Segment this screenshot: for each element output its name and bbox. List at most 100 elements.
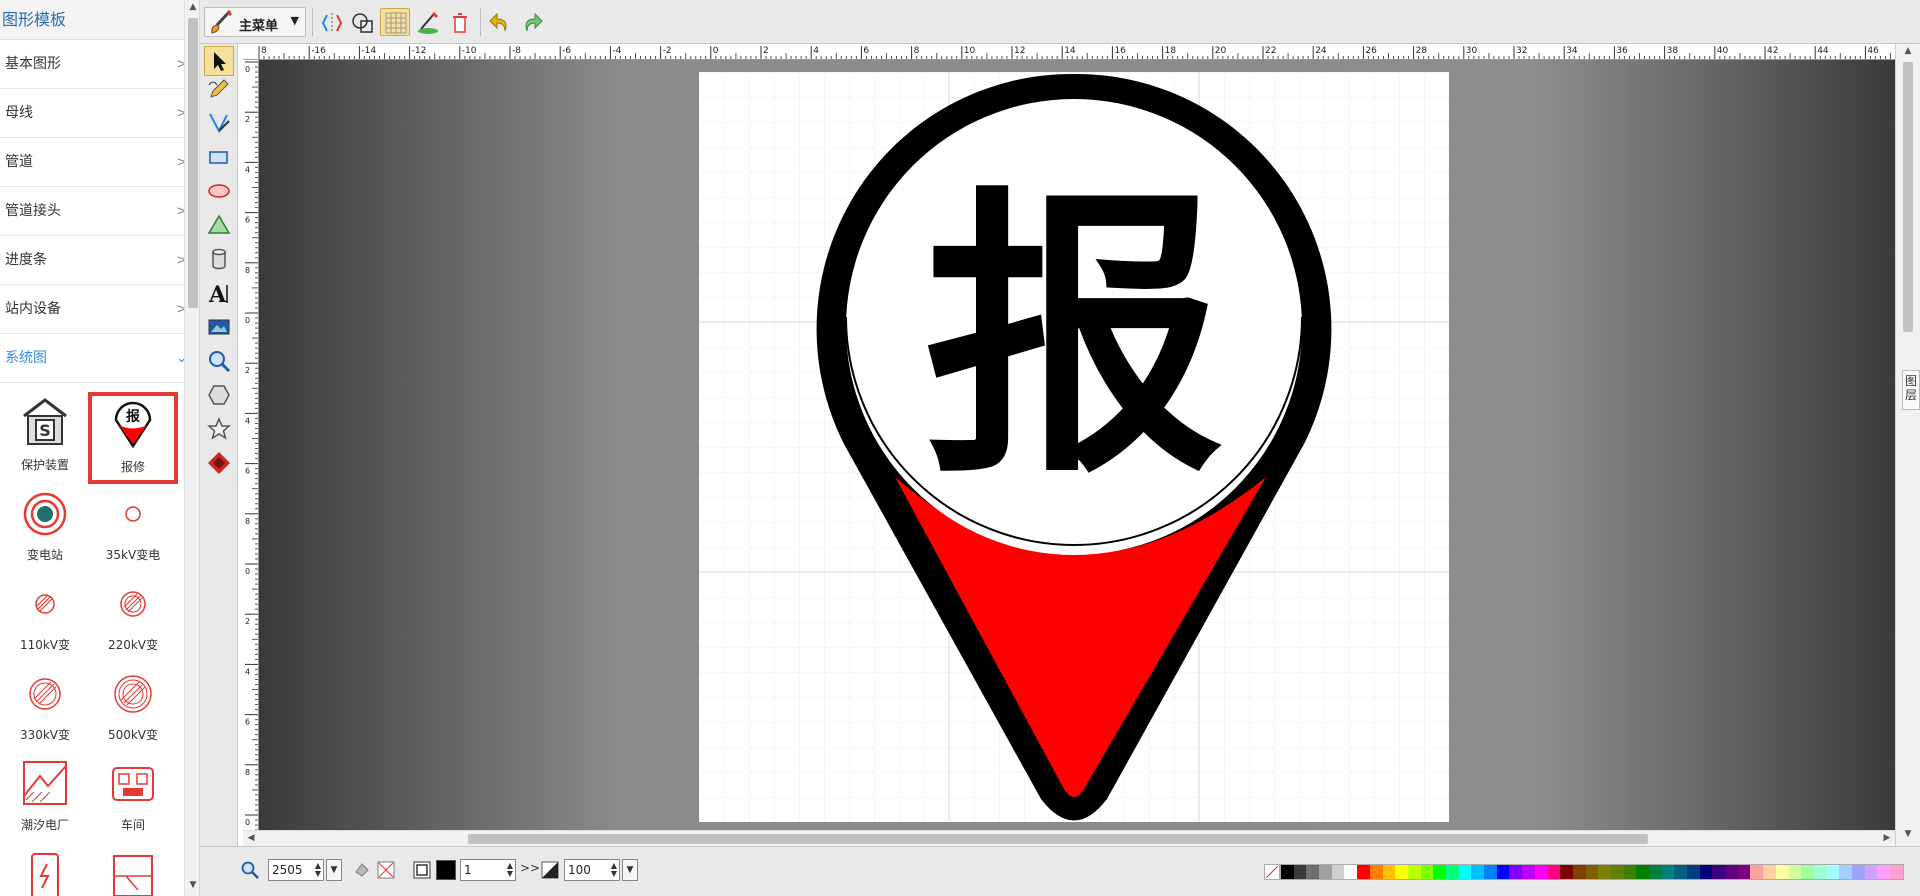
color-palette[interactable] [1280,864,1904,880]
triangle-tool[interactable] [204,210,234,240]
color-swatch[interactable] [1813,865,1827,879]
text-tool[interactable]: A [204,278,234,308]
shape-workshop[interactable]: 车间 [88,750,178,842]
color-swatch[interactable] [1382,865,1396,879]
color-swatch[interactable] [1674,865,1687,879]
opacity-input[interactable]: 100 ▲ ▼ [564,859,620,881]
scrollbar-thumb[interactable] [1903,62,1913,332]
anchor-edit-button[interactable] [412,8,442,36]
shape-tidal-plant[interactable]: 潮汐电厂 [0,750,90,842]
scroll-down-icon[interactable]: ▼ [1900,829,1916,839]
scrollbar-thumb[interactable] [468,834,1648,844]
category-pipe[interactable]: 管道 > [0,138,199,187]
shape-500kv[interactable]: 500kV变 [88,660,178,752]
vertical-scrollbar[interactable]: ▲ ▼ [1895,44,1920,846]
panel-scrollbar[interactable]: ▲ ▼ [184,0,199,896]
color-swatch[interactable] [1877,865,1890,879]
pen-tool[interactable] [204,108,234,138]
color-swatch[interactable] [1839,865,1852,879]
color-swatch[interactable] [1306,865,1320,879]
category-progress-bar[interactable]: 进度条 > [0,236,199,285]
color-swatch[interactable] [1610,865,1624,879]
pointer-tool[interactable] [204,46,234,76]
color-swatch[interactable] [1484,865,1497,879]
color-swatch[interactable] [1864,865,1878,879]
color-swatch[interactable] [1496,865,1510,879]
scroll-right-icon[interactable]: ▶ [1879,833,1895,843]
horizontal-scrollbar[interactable]: ◀ ▶ [243,830,1895,846]
opacity-dropdown-button[interactable]: ▼ [622,859,638,881]
scrollbar-thumb[interactable] [188,18,198,308]
color-swatch[interactable] [1699,865,1713,879]
line-color-icon[interactable] [412,860,432,880]
shape-220kv[interactable]: 220kV变 [88,570,178,662]
flip-button[interactable] [316,8,346,36]
shape-factory[interactable] [88,840,178,896]
color-swatch[interactable] [1560,865,1573,879]
scroll-up-icon[interactable]: ▲ [1900,46,1916,56]
color-swatch[interactable] [1725,865,1738,879]
zoom-tool[interactable] [204,346,234,376]
layers-tab[interactable]: 图层 [1902,370,1920,410]
color-swatch[interactable] [1750,865,1764,879]
compass-tool[interactable] [204,448,234,478]
shape-power-plant[interactable] [0,840,90,896]
main-menu-button[interactable]: 主菜单 ▼ [204,7,306,37]
zoom-dropdown-button[interactable]: ▼ [326,859,342,881]
no-fill-icon[interactable] [376,860,396,880]
color-swatch[interactable] [1890,865,1903,879]
hexagon-tool[interactable] [204,380,234,410]
scroll-down-icon[interactable]: ▼ [185,880,199,890]
color-swatch[interactable] [1509,865,1523,879]
zoom-input[interactable]: 2505 ▲ ▼ [268,859,324,881]
delete-button[interactable] [444,8,474,36]
scroll-left-icon[interactable]: ◀ [243,833,259,843]
color-swatch[interactable] [1420,865,1434,879]
color-swatch[interactable] [1598,865,1611,879]
color-swatch[interactable] [1661,865,1675,879]
category-bus[interactable]: 母线 > [0,89,199,138]
shape-110kv[interactable]: 110kV变 [0,570,90,662]
fill-color-swatch[interactable] [436,860,456,880]
grid-toggle-button[interactable] [380,8,410,36]
color-swatch[interactable] [1648,865,1662,879]
color-swatch[interactable] [1712,865,1726,879]
color-swatch[interactable] [1826,865,1840,879]
drawing-page[interactable]: 报 [699,72,1449,822]
color-swatch[interactable] [1788,865,1802,879]
color-swatch[interactable] [1585,865,1599,879]
color-swatch[interactable] [1395,865,1408,879]
color-swatch[interactable] [1319,865,1332,879]
canvas-workspace[interactable]: 报 [259,60,1895,830]
color-swatch[interactable] [1534,865,1548,879]
image-tool[interactable] [204,312,234,342]
category-pipe-joint[interactable]: 管道接头 > [0,187,199,236]
category-basic-shapes[interactable]: 基本图形 > [0,40,199,89]
star-tool[interactable] [204,414,234,444]
color-swatch[interactable] [1433,865,1446,879]
color-swatch[interactable] [1851,865,1865,879]
shape-35kv[interactable]: 35kV变电 [88,480,178,572]
format-painter-icon[interactable] [352,860,372,880]
color-swatch[interactable] [1458,865,1472,879]
redo-button[interactable] [516,8,546,36]
color-swatch[interactable] [1801,865,1814,879]
color-swatch[interactable] [1331,865,1345,879]
shape-protection-device[interactable]: S 保护装置 [0,390,90,482]
combine-button[interactable] [348,8,378,36]
color-swatch[interactable] [1407,865,1421,879]
color-swatch[interactable] [1344,865,1358,879]
color-swatch[interactable] [1623,865,1637,879]
color-swatch[interactable] [1636,865,1649,879]
color-swatch[interactable] [1737,865,1751,879]
spinner-icon[interactable]: ▲ ▼ [315,862,321,878]
cylinder-tool[interactable] [204,244,234,274]
color-swatch[interactable] [1775,865,1789,879]
ellipse-tool[interactable] [204,176,234,206]
shape-substation[interactable]: 变电站 [0,480,90,572]
color-swatch[interactable] [1445,865,1459,879]
pencil-tool[interactable] [204,74,234,104]
color-swatch[interactable] [1522,865,1535,879]
color-swatch[interactable] [1572,865,1586,879]
color-swatch[interactable] [1763,865,1776,879]
